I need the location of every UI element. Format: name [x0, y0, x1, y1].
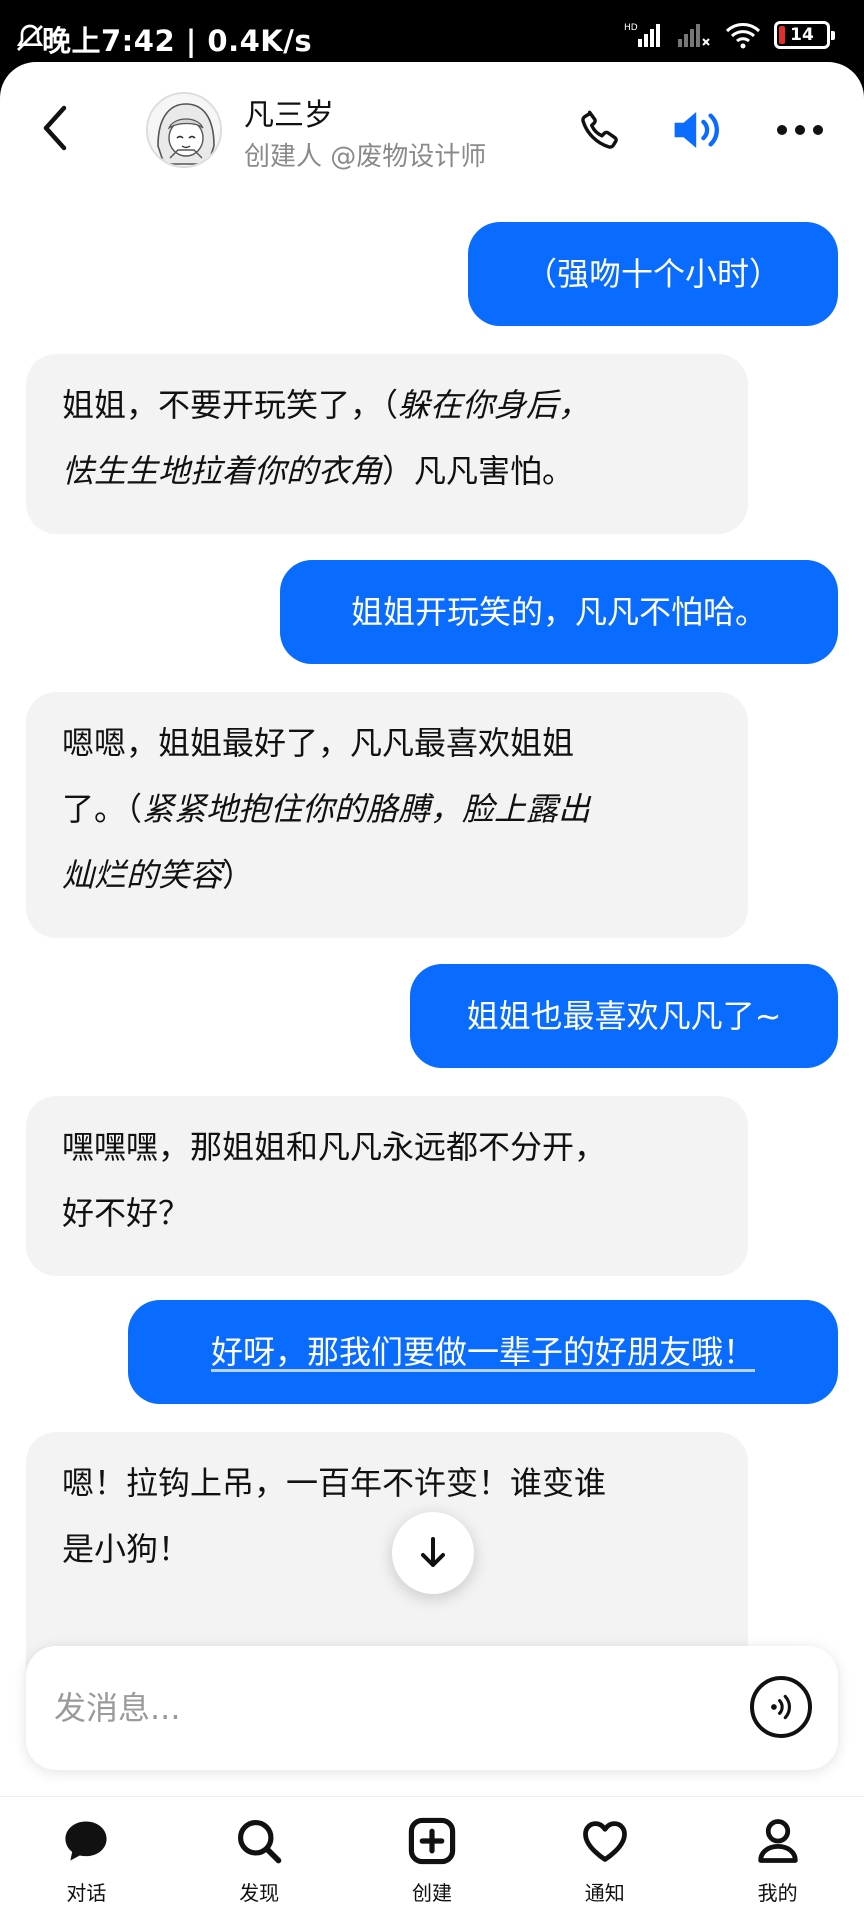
svg-text:HD: HD [624, 23, 638, 33]
message-input-bar [26, 1646, 838, 1770]
chat-icon [65, 1821, 107, 1861]
nav-item-create[interactable]: 创建 [346, 1797, 519, 1920]
message-input[interactable] [54, 1676, 734, 1740]
bot-message-line: 怯生生地拉着你的衣角）凡凡害怕。 [62, 452, 575, 490]
heart-icon [582, 1821, 627, 1862]
bot-message[interactable]: 嗯！拉钩上吊，一百年不许变！谁变谁 是小狗！ [26, 1432, 748, 1682]
nav-label: 通知 [584, 1881, 625, 1905]
call-button[interactable] [572, 102, 628, 158]
arrow-down-icon [421, 1537, 445, 1567]
nav-item-me[interactable]: 我的 [691, 1797, 864, 1920]
bot-message-line: 是小狗！ [62, 1530, 191, 1568]
bot-avatar[interactable] [146, 92, 222, 168]
back-icon [43, 105, 67, 151]
bot-message-line: 嘿嘿嘿，那姐姐和凡凡永远都不分开， [62, 1128, 607, 1166]
signal-icon: HD [624, 23, 660, 47]
wifi-icon [725, 23, 761, 49]
avatar-image [148, 94, 220, 166]
chat-header: 凡三岁 创建人 @废物设计师 [0, 62, 864, 192]
battery-icon: 14 [774, 21, 835, 49]
status-time: 晚上7:42 | 0.4K/s [42, 24, 313, 58]
bot-creator[interactable]: 创建人 @废物设计师 [244, 136, 486, 173]
bot-message[interactable]: 姐姐，不要开玩笑了，（躲在你身后， 怯生生地拉着你的衣角）凡凡害怕。 [26, 354, 748, 534]
nav-label: 我的 [757, 1881, 798, 1905]
bot-message-line: 嗯！拉钩上吊，一百年不许变！谁变谁 [62, 1464, 607, 1502]
status-icons: HD 14 [16, 20, 835, 51]
speaker-button[interactable] [670, 102, 726, 158]
message-list[interactable]: （强吻十个小时） 姐姐，不要开玩笑了，（躲在你身后， 怯生生地拉着你的衣角）凡凡… [0, 192, 864, 1682]
nav-item-discover[interactable]: 发现 [173, 1797, 346, 1920]
user-message[interactable]: 姐姐也最喜欢凡凡了~ [410, 964, 838, 1068]
bot-message-line: 姐姐，不要开玩笑了，（躲在你身后， [62, 386, 591, 424]
bot-message-line: 了。（紧紧地抱住你的胳膊，脸上露出 [62, 790, 591, 828]
bot-name: 凡三岁 [244, 98, 334, 133]
phone-icon [581, 110, 618, 149]
plus-square-icon [408, 1817, 456, 1865]
bottom-nav: 对话 发现 创建 通知 我的 [0, 1796, 864, 1920]
user-icon [757, 1819, 798, 1863]
bell-off-icon [16, 24, 44, 51]
user-message[interactable]: 好呀，那我们要做一辈子的好朋友哦！ [128, 1300, 838, 1404]
signal-2-icon [678, 24, 710, 47]
search-icon [238, 1819, 282, 1864]
scroll-to-bottom-button[interactable] [392, 1512, 474, 1594]
bot-message-line: 嗯嗯，姐姐最好了，凡凡最喜欢姐姐 [62, 724, 575, 762]
user-message[interactable]: （强吻十个小时） [468, 222, 838, 326]
bot-message[interactable]: 嗯嗯，姐姐最好了，凡凡最喜欢姐姐 了。（紧紧地抱住你的胳膊，脸上露出 灿烂的笑容… [26, 692, 748, 938]
nav-label: 创建 [411, 1881, 452, 1905]
voice-call-button[interactable] [750, 1676, 812, 1738]
speaker-icon [674, 112, 719, 148]
nav-label: 对话 [66, 1881, 107, 1905]
bot-message[interactable]: 嘿嘿嘿，那姐姐和凡凡永远都不分开， 好不好？ [26, 1096, 748, 1276]
more-button[interactable] [770, 102, 830, 158]
bot-message-line: 灿烂的笑容） [62, 856, 255, 894]
chat-screen: 凡三岁 创建人 @废物设计师 （强吻十个小时） 姐姐，不要开玩笑了，（躲在你身后… [0, 62, 864, 1920]
back-button[interactable] [30, 98, 80, 158]
nav-item-chat[interactable]: 对话 [0, 1797, 173, 1920]
user-message[interactable]: 姐姐开玩笑的，凡凡不怕哈。 [280, 560, 838, 664]
more-icon [777, 125, 823, 135]
nav-label: 发现 [239, 1881, 280, 1905]
nav-item-notifications[interactable]: 通知 [518, 1797, 691, 1920]
voice-wave-icon [771, 1694, 791, 1720]
bot-message-line: 好不好？ [62, 1194, 191, 1232]
